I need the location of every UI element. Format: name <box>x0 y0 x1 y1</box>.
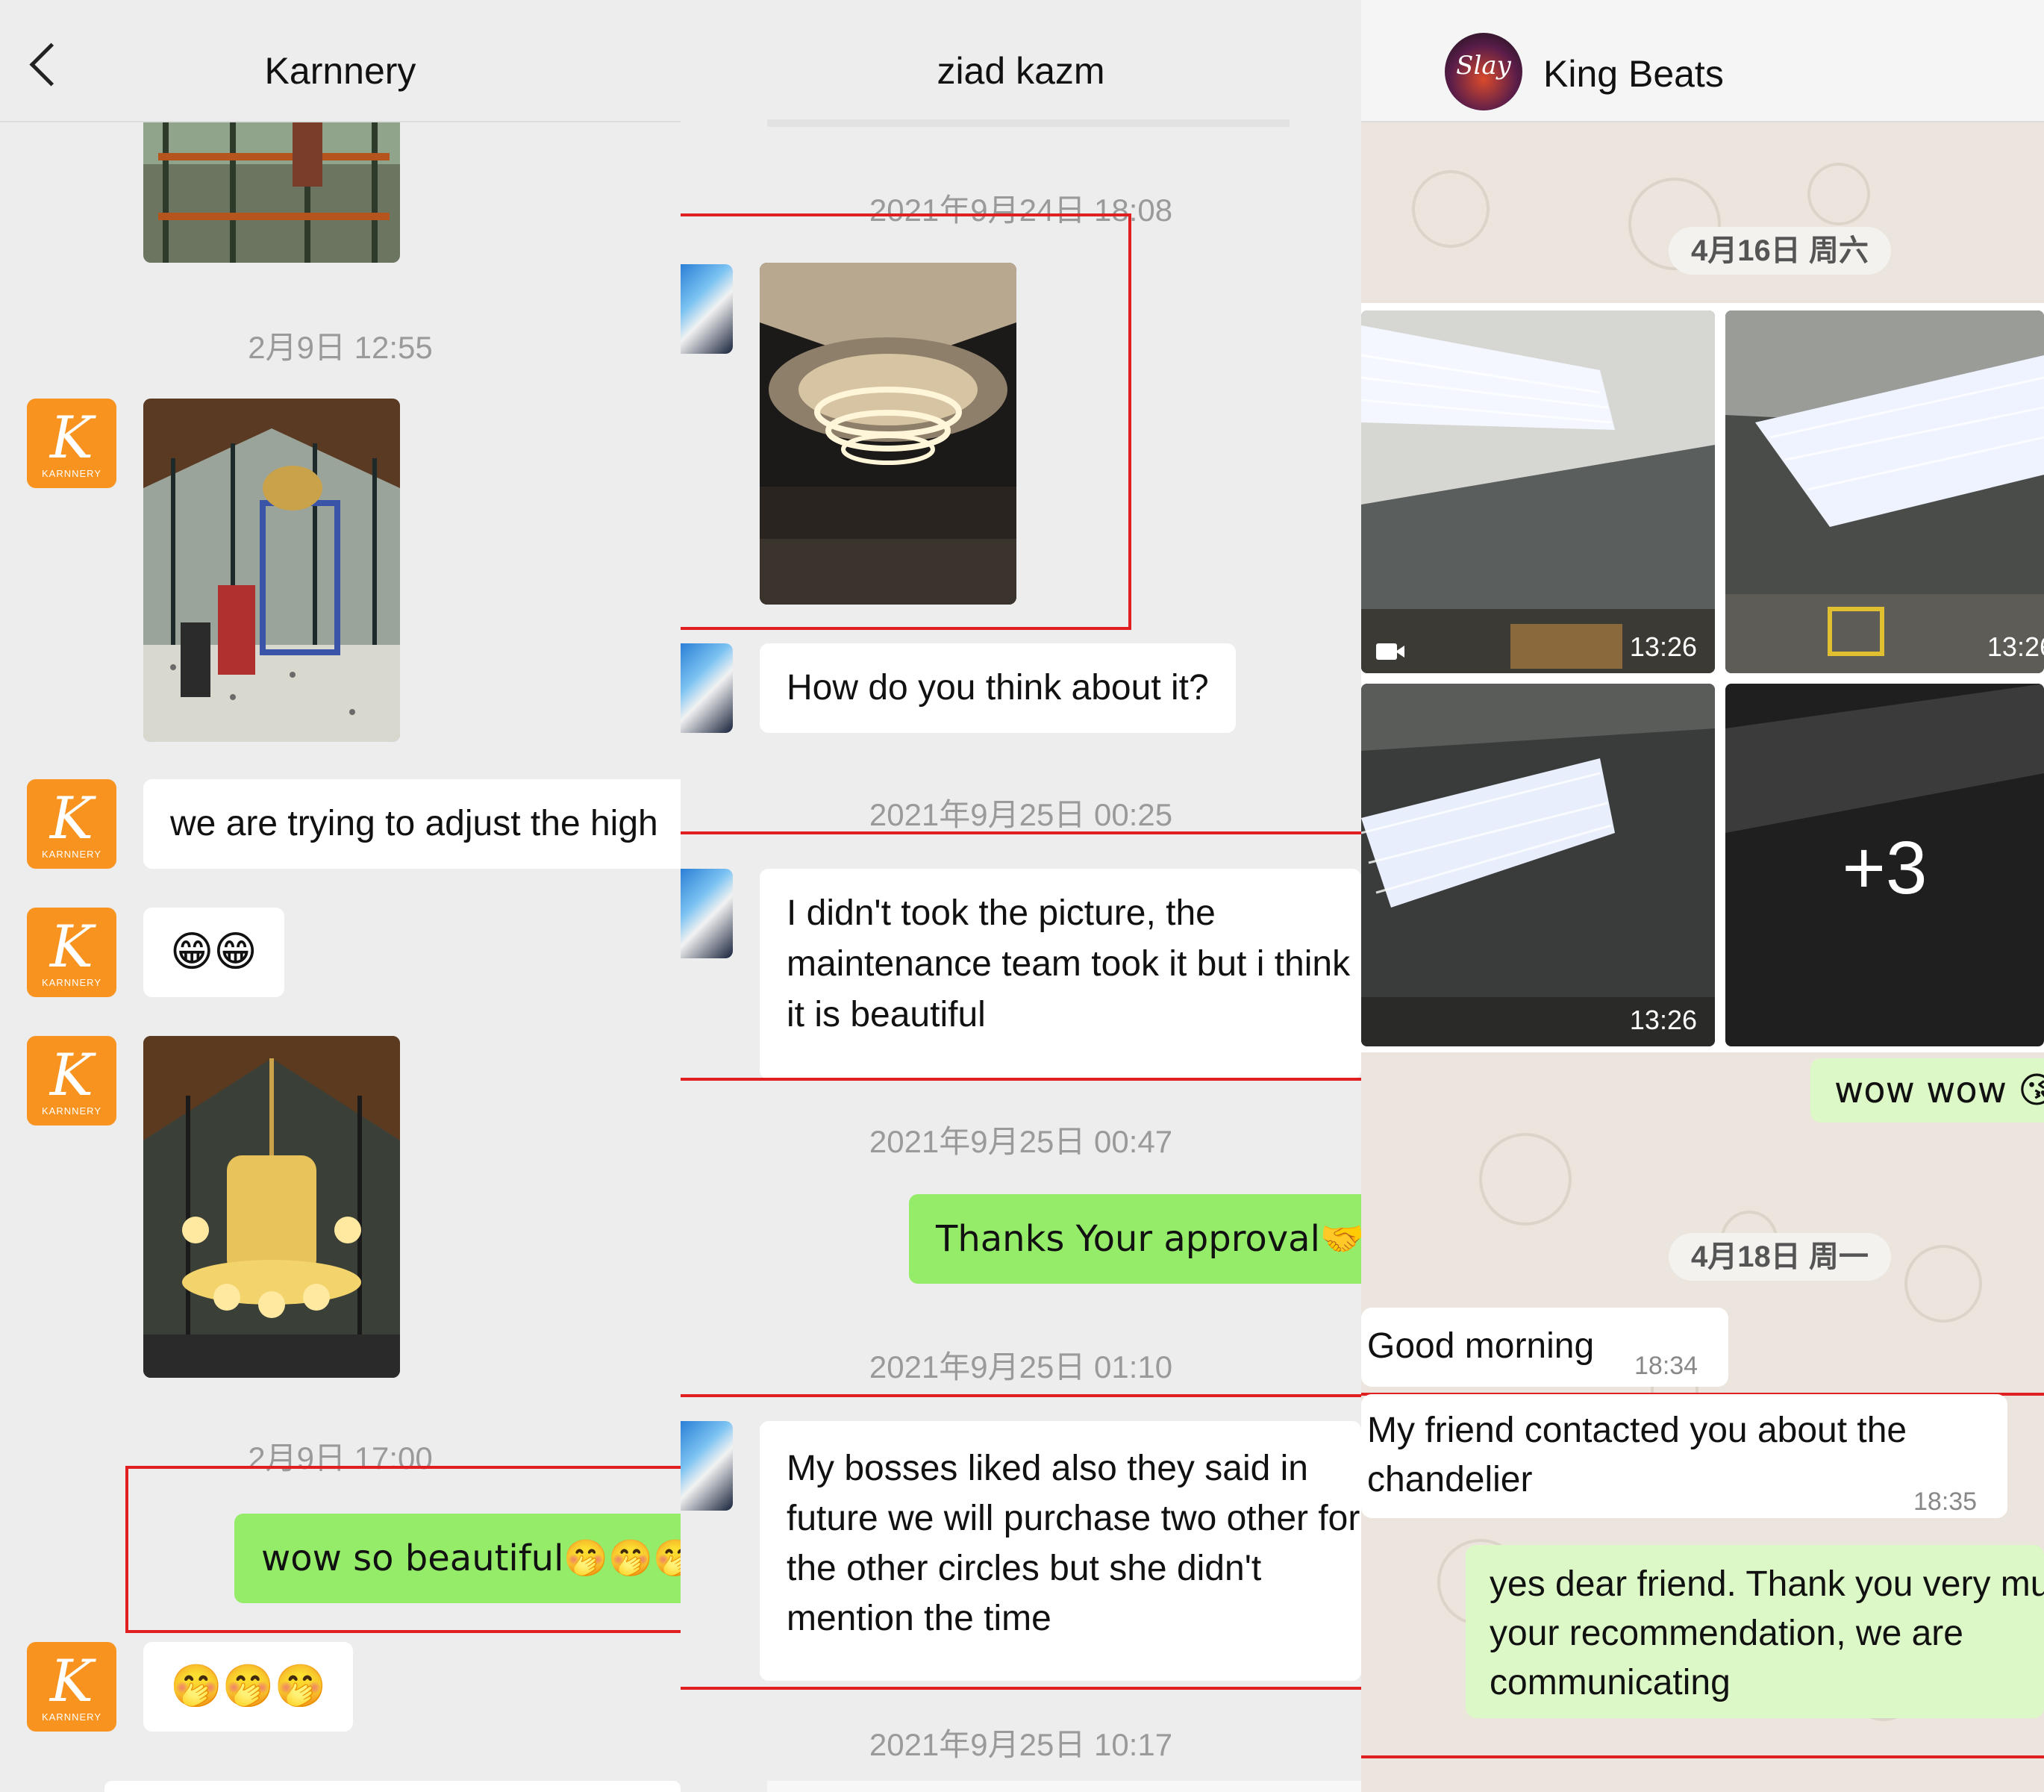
media-tile[interactable]: 13:26 <box>1725 310 2044 673</box>
contact-avatar[interactable]: Slay <box>1445 33 1522 110</box>
emoji-message[interactable]: 🤭🤭🤭 <box>143 1642 354 1732</box>
message-text: My friend contacted you about the chande… <box>1367 1411 1907 1499</box>
avatar-brand: KARNNERY <box>41 1105 101 1117</box>
photo-chandelier-installed[interactable] <box>143 1036 400 1378</box>
message-text: Good morning <box>1367 1326 1595 1366</box>
message-text: yes dear friend. Thank you very much for… <box>1490 1564 2044 1702</box>
timestamp: 2021年9月25日 10:17 <box>869 1727 1173 1762</box>
highlight-line <box>1361 1755 2044 1758</box>
photo-scaffold-top[interactable] <box>143 104 400 263</box>
avatar-brand: KARNNERY <box>41 1711 101 1723</box>
highlight-line <box>681 1394 1361 1397</box>
chandelier-video-thumbnail <box>1361 310 1715 673</box>
received-message-bubble[interactable]: My friend contacted you about the chande… <box>1361 1394 2007 1518</box>
media-tile[interactable]: 13:26 <box>1361 684 1715 1046</box>
photo-scaffold-interior[interactable] <box>143 399 400 742</box>
contact-avatar[interactable]: K KARNNERY <box>27 399 116 488</box>
avatar-letter: K <box>49 1042 94 1109</box>
avatar-brand: KARNNERY <box>41 977 101 988</box>
chat-header: Slay King Beats <box>1361 0 2044 122</box>
header-shadow <box>767 119 1290 127</box>
sent-message-bubble[interactable]: yes dear friend. Thank you very much for… <box>1466 1545 2044 1718</box>
input-bar-edge <box>104 1781 681 1792</box>
avatar-letter: K <box>49 785 94 852</box>
video-camera-icon <box>1376 643 1397 660</box>
chandelier-photo-thumbnail <box>1361 684 1715 1046</box>
ballroom-chandelier-image <box>760 263 1016 605</box>
media-time: 13:26 <box>1987 631 2044 662</box>
contact-avatar[interactable]: K KARNNERY <box>27 779 116 869</box>
contact-avatar[interactable] <box>681 1421 733 1511</box>
photo-ballroom-chandelier[interactable] <box>760 263 1016 605</box>
avatar-letter: K <box>49 405 94 472</box>
chat-title[interactable]: King Beats <box>1543 52 1724 96</box>
more-media-count: +3 <box>1842 826 1928 910</box>
sent-message-bubble[interactable]: Thanks Your approval🤝🤝 <box>909 1194 1361 1284</box>
input-bar-edge <box>767 1781 1361 1792</box>
avatar-letter: K <box>49 1648 94 1715</box>
contact-avatar[interactable]: K KARNNERY <box>27 908 116 997</box>
highlight-line <box>681 831 1361 834</box>
chat-header: ziad kazm <box>681 0 1361 121</box>
chandelier-photo-thumbnail <box>1725 310 2044 673</box>
message-time: 18:35 <box>1913 1487 1978 1516</box>
contact-avatar[interactable]: K KARNNERY <box>27 1642 116 1732</box>
avatar-letter: K <box>49 914 94 981</box>
contact-avatar[interactable] <box>681 264 733 354</box>
received-message-bubble[interactable]: Good morning 18:34 <box>1361 1308 1728 1387</box>
message-bubble[interactable]: My bosses liked also they said in future… <box>760 1421 1361 1681</box>
message-bubble[interactable]: How do you think about it? <box>760 643 1236 733</box>
media-tile-more[interactable]: +3 <box>1725 684 2044 1046</box>
timestamp: 2021年9月25日 01:10 <box>869 1349 1173 1384</box>
chat-title: ziad kazm <box>937 50 1105 92</box>
message-bubble[interactable]: we are trying to adjust the high <box>143 779 681 869</box>
chat-header: Karnnery <box>0 0 681 122</box>
contact-avatar[interactable]: K KARNNERY <box>27 1036 116 1126</box>
highlight-line <box>681 1078 1361 1081</box>
timestamp: 2月9日 12:55 <box>248 330 433 365</box>
ziad-kazm-chat-panel: ziad kazm 2021年9月24日 18:08 How do you th… <box>681 0 1361 1792</box>
contact-avatar[interactable] <box>681 643 733 733</box>
king-beats-whatsapp-panel: Slay King Beats 4月16日 周六 13:26 13:2 13:2… <box>1361 0 2044 1792</box>
sent-message-bubble[interactable]: wow wow 😘 <box>1810 1058 2044 1123</box>
media-time: 13:26 <box>1629 1005 1697 1035</box>
message-bubble[interactable]: I didn't took the picture, the maintenan… <box>760 869 1361 1079</box>
emoji-message[interactable]: 😁😁 <box>143 908 284 997</box>
date-chip: 4月16日 周六 <box>1669 227 1891 275</box>
date-chip: 4月18日 周一 <box>1669 1233 1891 1281</box>
karnnery-chat-panel: Karnnery 2月9日 12:55 K KARNNERY K KARNNER… <box>0 0 681 1792</box>
highlight-line <box>681 1687 1361 1690</box>
scaffold-image <box>143 104 400 263</box>
timestamp: 2021年9月25日 00:47 <box>869 1124 1173 1159</box>
interior-construction-image <box>143 399 400 742</box>
message-time: 18:34 <box>1634 1352 1698 1380</box>
chandelier-image <box>143 1036 400 1378</box>
avatar-label: Slay <box>1456 51 1511 81</box>
media-time: 13:26 <box>1629 631 1697 662</box>
media-tile[interactable]: 13:26 <box>1361 310 1715 673</box>
contact-avatar[interactable] <box>681 869 733 958</box>
sent-message-bubble[interactable]: wow so beautiful🤭🤭🤭 <box>234 1514 681 1603</box>
timestamp: 2021年9月25日 00:25 <box>869 797 1173 832</box>
avatar-brand: KARNNERY <box>41 849 101 860</box>
chat-title: Karnnery <box>264 50 416 92</box>
avatar-brand: KARNNERY <box>41 468 101 479</box>
